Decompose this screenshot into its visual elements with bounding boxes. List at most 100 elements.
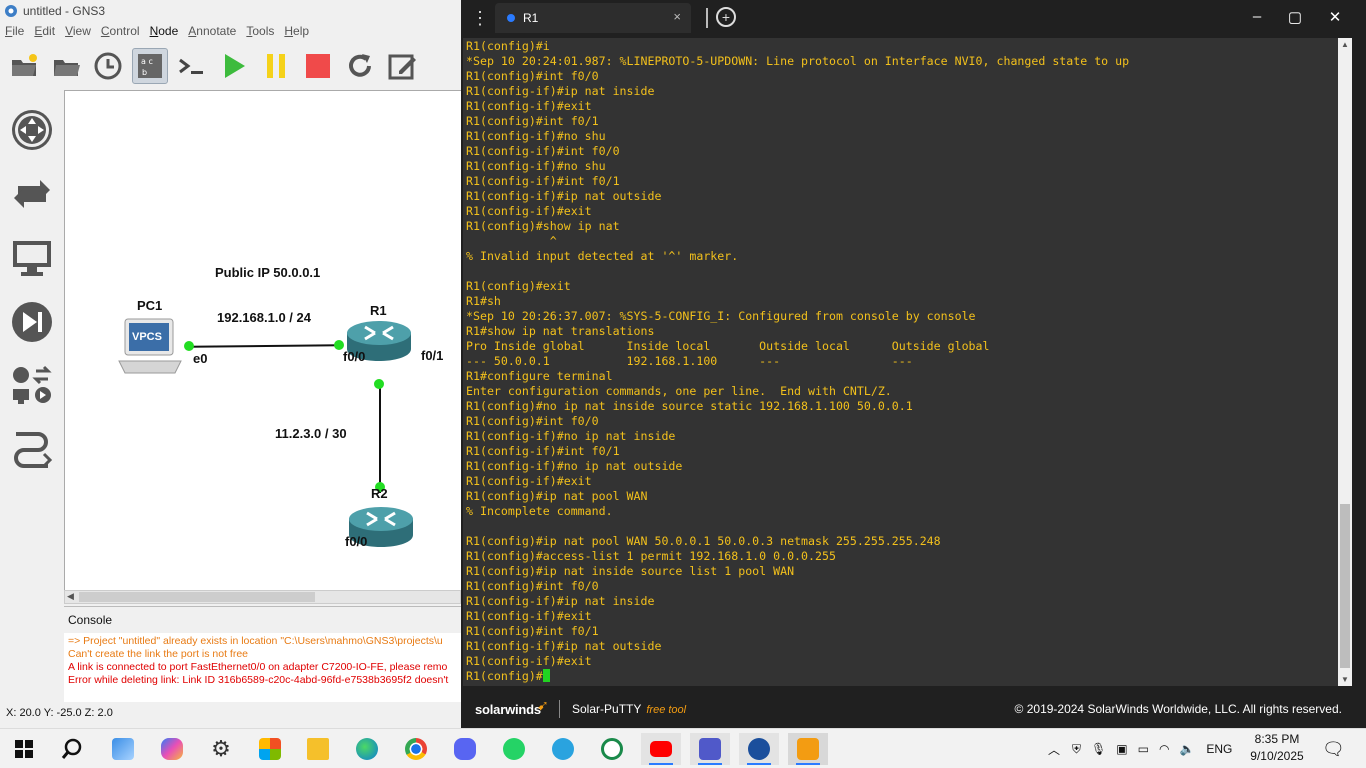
gns3-console-panel: Console => Project "untitled" already ex…: [64, 606, 461, 702]
scroll-down-icon[interactable]: ▼: [1341, 675, 1349, 684]
search-icon: [61, 738, 82, 759]
scroll-up-icon[interactable]: ▲: [1341, 40, 1349, 49]
taskbar-clock[interactable]: 8:35 PM 9/10/2025: [1248, 731, 1306, 765]
menu-node[interactable]: Node: [145, 24, 184, 42]
battery-icon[interactable]: ▭: [1138, 742, 1149, 756]
wan-subnet-note[interactable]: 11.2.3.0 / 30: [275, 426, 347, 441]
wifi-icon[interactable]: ◠: [1159, 742, 1169, 756]
topology-canvas[interactable]: Public IP 50.0.0.1 PC1 192.168.1.0 / 24 …: [64, 90, 461, 590]
scroll-left-icon[interactable]: ◀: [67, 591, 74, 602]
r1-port-f00-label: f0/0: [343, 349, 366, 364]
snapshot-button[interactable]: [90, 48, 126, 84]
youtube-button[interactable]: [641, 733, 681, 765]
open-project-button[interactable]: [48, 48, 84, 84]
start-all-button[interactable]: [216, 48, 252, 84]
start-button[interactable]: [4, 733, 44, 765]
skip-forward-icon: [12, 302, 52, 342]
console-all-button[interactable]: [174, 48, 210, 84]
show-names-button[interactable]: a c b: [132, 48, 168, 84]
maximize-button[interactable]: ▢: [1283, 8, 1307, 26]
settings-button[interactable]: ⚙: [201, 733, 241, 765]
chrome-button[interactable]: [396, 733, 436, 765]
teams-icon: [699, 738, 721, 760]
menu-tools[interactable]: Tools: [241, 24, 279, 42]
canvas-hscrollbar[interactable]: ◀: [64, 590, 461, 604]
terminal-prompt-line[interactable]: R1(config)#: [466, 669, 1338, 684]
terminal-cursor: [542, 669, 550, 682]
product-tag: free tool: [646, 704, 687, 716]
gns3-button[interactable]: [592, 733, 632, 765]
menu-edit[interactable]: Edit: [29, 24, 60, 42]
cable-link-icon: [14, 432, 53, 468]
volume-icon[interactable]: 🔈: [1179, 742, 1194, 756]
terminal-line: R1(config-if)#ip nat outside: [466, 639, 662, 653]
add-link-button[interactable]: [8, 426, 56, 474]
link-r1-r2[interactable]: [379, 383, 381, 493]
terminal-scroll-thumb[interactable]: [1340, 504, 1350, 668]
tab-r1[interactable]: R1 ×: [495, 3, 691, 33]
close-button[interactable]: ✕: [1323, 8, 1347, 26]
vpcs-computer-icon: [118, 318, 182, 374]
svg-text:a c: a c: [141, 57, 153, 66]
security-shield-icon[interactable]: ⛨: [1072, 742, 1081, 757]
edge-dev-icon: [748, 738, 770, 760]
terminal-line: R1(config-if)#no ip nat inside: [466, 429, 676, 443]
terminal-line: R1(config-if)#exit: [466, 474, 592, 488]
canvas-hscroll-thumb[interactable]: [79, 592, 315, 602]
notifications-button[interactable]: 🗨: [1322, 729, 1345, 768]
terminal-scrollbar[interactable]: ▲ ▼: [1338, 38, 1352, 686]
new-tab-plus-icon[interactable]: +: [716, 7, 736, 27]
menu-view[interactable]: View: [60, 24, 96, 42]
suspend-all-button[interactable]: [258, 48, 294, 84]
kebab-menu-icon[interactable]: ⋮: [471, 8, 489, 28]
chevron-up-icon[interactable]: ︿: [1048, 741, 1060, 758]
all-devices-button[interactable]: [8, 362, 56, 410]
end-devices-button[interactable]: [8, 234, 56, 282]
file-explorer-button[interactable]: [298, 733, 338, 765]
discord-button[interactable]: [445, 733, 485, 765]
tab-close-icon[interactable]: ×: [673, 9, 681, 24]
link-pc1-r1[interactable]: [188, 344, 340, 348]
menu-file[interactable]: File: [0, 24, 29, 42]
search-button[interactable]: [52, 733, 92, 765]
new-project-button[interactable]: [6, 48, 42, 84]
security-devices-button[interactable]: [8, 298, 56, 346]
chrome-icon: [405, 738, 427, 760]
teams-button[interactable]: [690, 733, 730, 765]
screen-share-icon[interactable]: ▣: [1116, 742, 1127, 756]
language-indicator[interactable]: ENG: [1206, 742, 1232, 756]
solar-putty-button[interactable]: [788, 733, 828, 765]
menu-control[interactable]: Control: [96, 24, 145, 42]
whatsapp-button[interactable]: [494, 733, 534, 765]
copilot-button[interactable]: [152, 733, 192, 765]
microphone-icon[interactable]: 🎙: [1091, 742, 1106, 756]
whatsapp-icon: [503, 738, 525, 760]
menu-annotate[interactable]: Annotate: [183, 24, 241, 42]
edge-dev-button[interactable]: [739, 733, 779, 765]
stop-all-button[interactable]: [300, 48, 336, 84]
terminal-line: *Sep 10 20:24:01.987: %LINEPROTO-5-UPDOW…: [466, 54, 1130, 68]
reload-all-button[interactable]: [342, 48, 378, 84]
lan-subnet-note[interactable]: 192.168.1.0 / 24: [217, 310, 311, 325]
add-note-button[interactable]: [384, 48, 420, 84]
terminal-line: R1(config)#ip nat pool WAN 50.0.0.1 50.0…: [466, 534, 941, 548]
terminal-line: R1(config)#int f0/0: [466, 69, 599, 83]
minimize-button[interactable]: –: [1245, 8, 1269, 25]
store-button[interactable]: [250, 733, 290, 765]
terminal-output[interactable]: R1(config)#i *Sep 10 20:24:01.987: %LINEP…: [463, 38, 1338, 686]
pc1-node[interactable]: VPCS: [117, 317, 183, 377]
menu-help[interactable]: Help: [279, 24, 314, 42]
edge-button[interactable]: [347, 733, 387, 765]
terminal-line: R1(config-if)#no shu: [466, 159, 606, 173]
svg-text:b: b: [142, 68, 147, 77]
routers-button[interactable]: [8, 106, 56, 154]
switches-button[interactable]: [8, 170, 56, 218]
console-header: Console: [64, 607, 461, 633]
telegram-button[interactable]: [543, 733, 583, 765]
clock-time: 8:35 PM: [1254, 732, 1300, 746]
pc1-port-dot: [184, 341, 194, 351]
public-ip-note[interactable]: Public IP 50.0.0.1: [215, 265, 320, 280]
task-view-button[interactable]: [103, 733, 143, 765]
terminal-line: R1(config-if)#no ip nat outside: [466, 459, 683, 473]
clock-icon: [94, 52, 122, 80]
